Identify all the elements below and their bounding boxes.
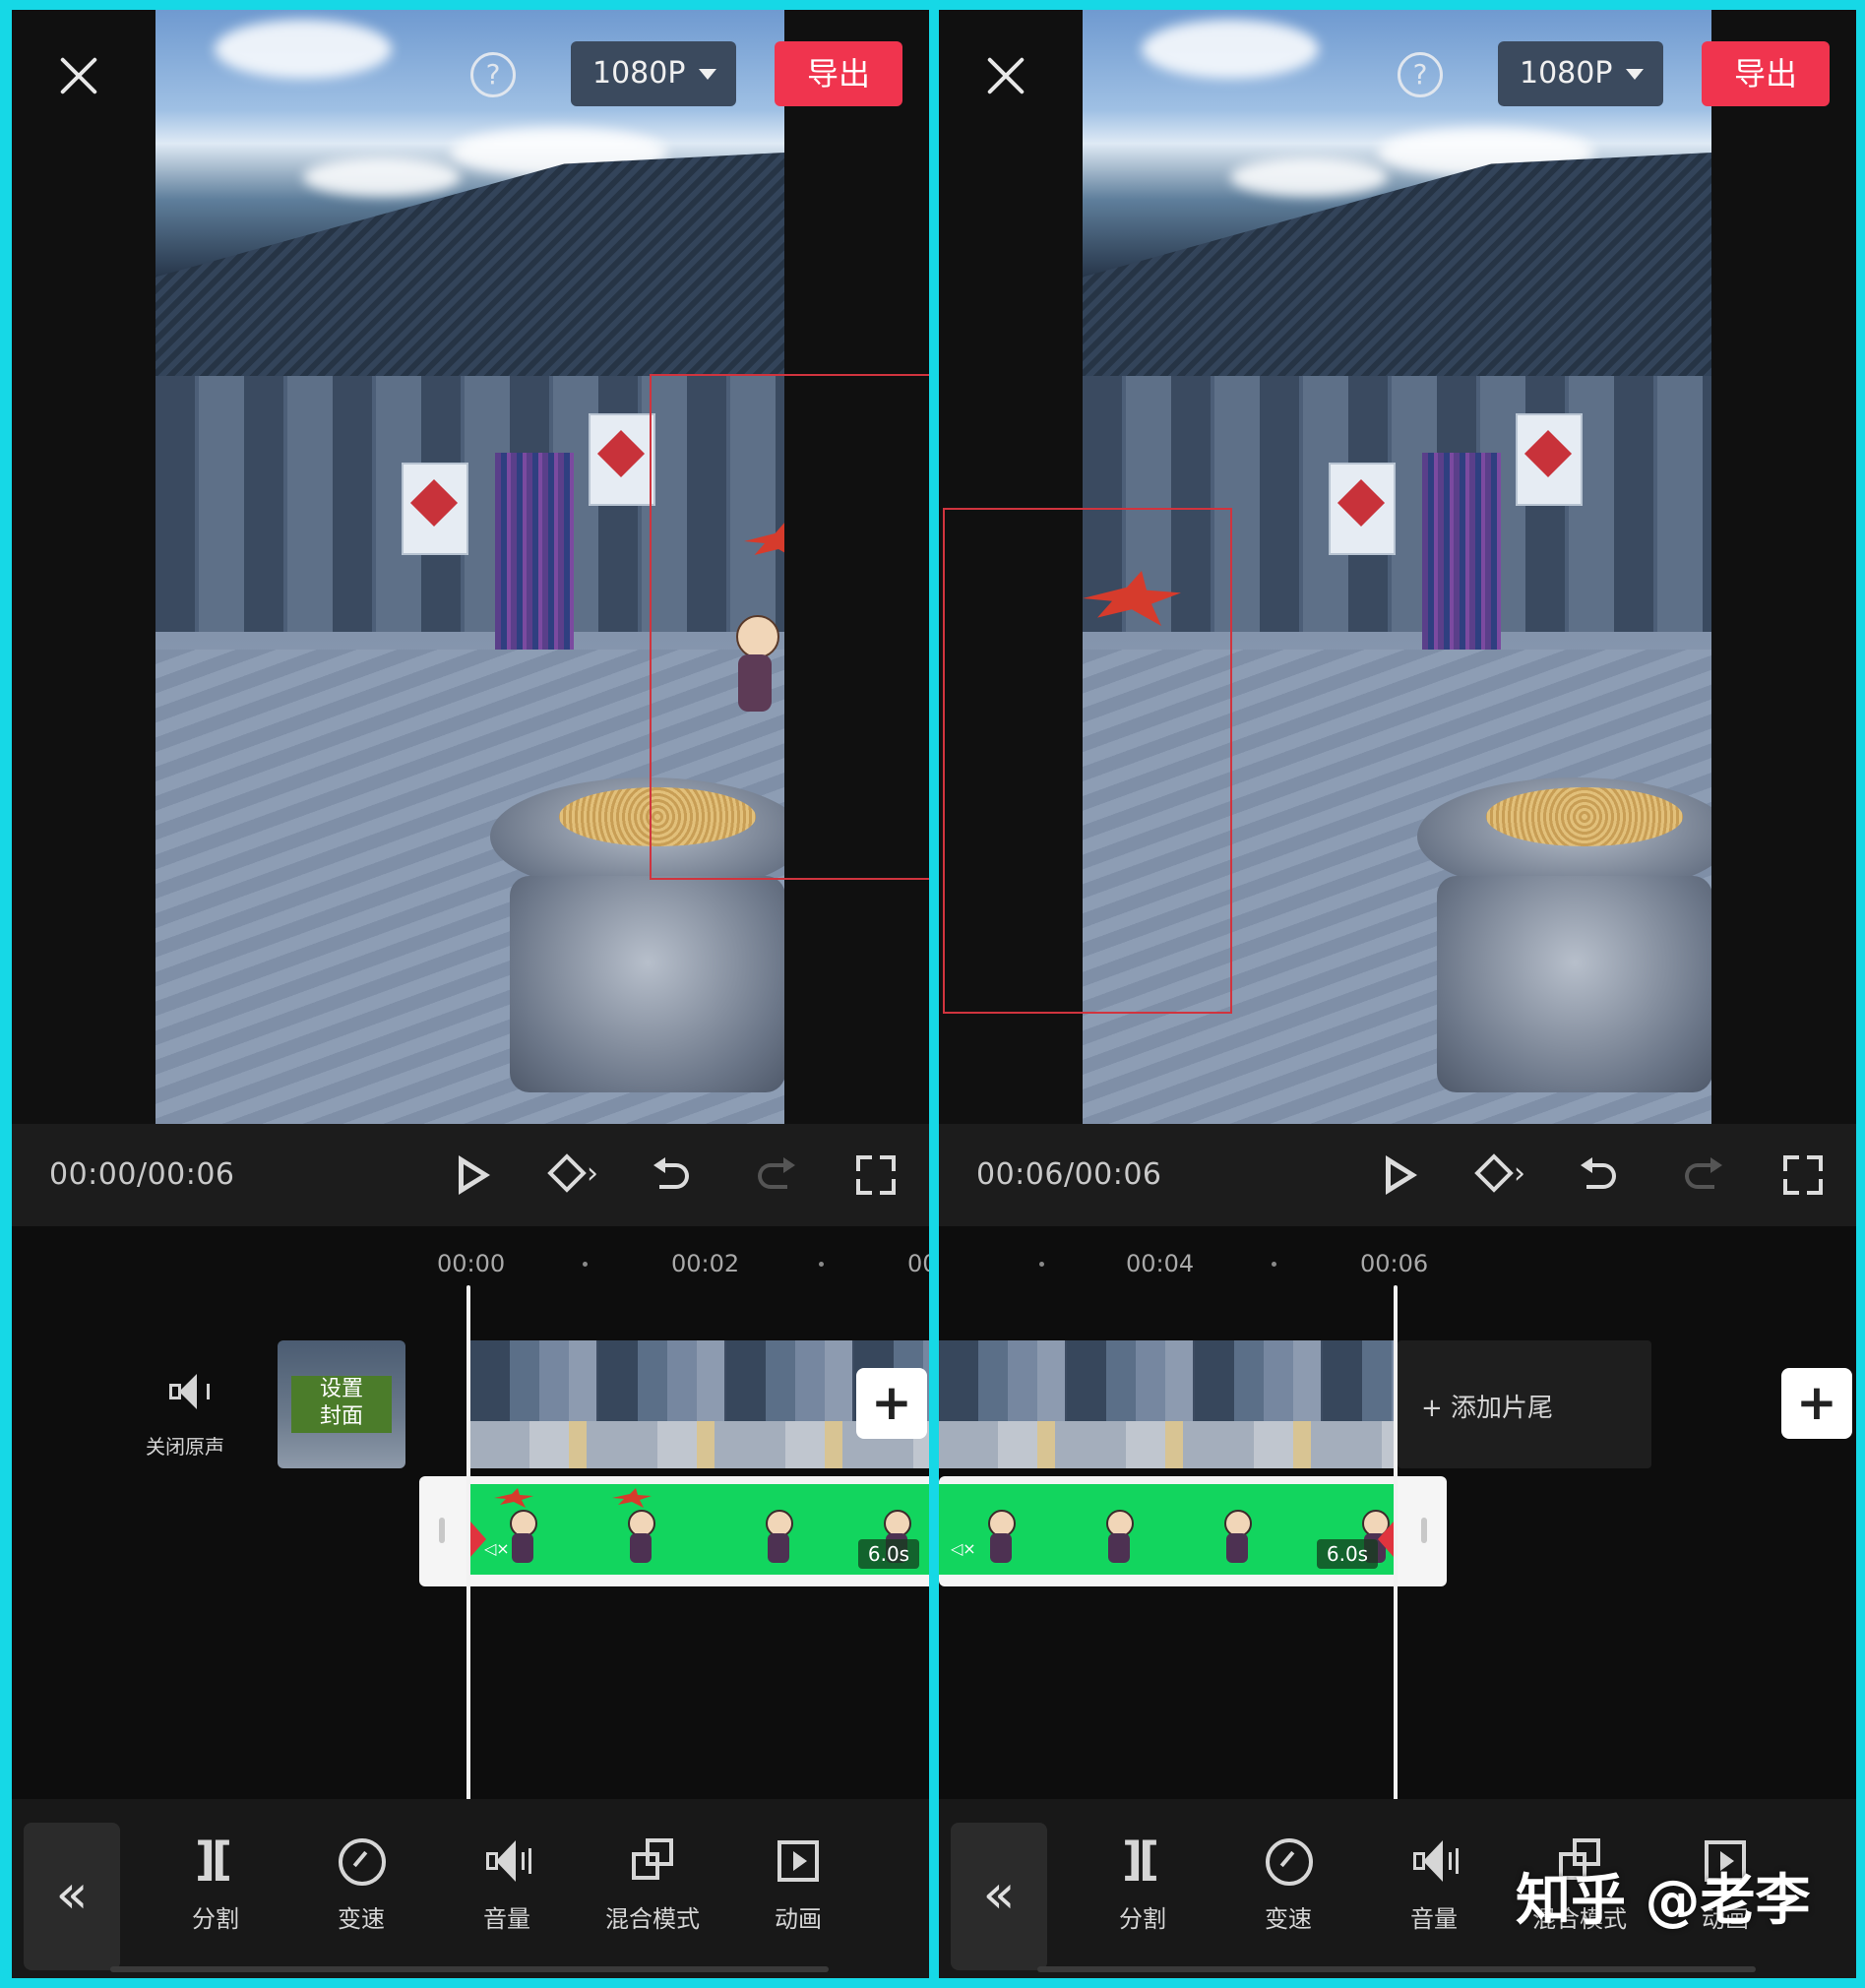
speaker-icon[interactable] — [167, 1372, 215, 1411]
cover-label-line2: 封面 — [319, 1404, 363, 1429]
trim-handle-left[interactable] — [439, 1518, 445, 1543]
caret-down-icon — [1626, 69, 1644, 80]
trim-handle-right[interactable] — [1421, 1518, 1427, 1543]
timecode: 00:00/00:06 — [49, 1157, 235, 1192]
ruler-tick: 00:02 — [907, 1250, 929, 1277]
tool-label: 音量 — [1410, 1905, 1458, 1933]
editor-panel-right: ? 1080P 导出 00:06/00:06 › 00:04 00:06 + 添… — [939, 10, 1856, 1978]
timeline-ruler: 00:00 00:02 00:02 — [12, 1226, 929, 1285]
resolution-dropdown[interactable]: 1080P — [571, 41, 736, 106]
playhead[interactable] — [1394, 1285, 1398, 1803]
close-icon[interactable] — [984, 53, 1027, 96]
tool-label: 变速 — [338, 1905, 385, 1933]
ruler-tick: 00:04 — [1126, 1250, 1195, 1277]
resolution-label: 1080P — [592, 56, 686, 91]
blend-mode-icon — [628, 1836, 677, 1886]
add-clip-button[interactable]: + — [1781, 1368, 1852, 1439]
tool-blend-mode[interactable]: 混合模式 — [598, 1836, 707, 1955]
timeline-ruler: 00:04 00:06 — [939, 1226, 1856, 1285]
set-cover-button[interactable]: 设置 封面 — [278, 1340, 405, 1468]
sticker-clip[interactable]: ◁× 6.0s — [939, 1476, 1447, 1586]
speed-icon — [337, 1836, 386, 1886]
play-icon[interactable] — [1378, 1153, 1421, 1197]
close-icon[interactable] — [57, 53, 100, 96]
watermark: 知乎 @老李 — [1516, 1869, 1811, 1933]
tool-label: 分割 — [192, 1905, 239, 1933]
undo-icon[interactable] — [1579, 1153, 1622, 1197]
add-clip-button[interactable]: + — [856, 1368, 927, 1439]
bottom-toolbar: « 分割 变速 音量 混合模式 动画 知乎 @老李 — [939, 1799, 1856, 1978]
resolution-label: 1080P — [1520, 56, 1613, 91]
fullscreen-icon[interactable] — [854, 1153, 898, 1197]
tool-label: 分割 — [1119, 1905, 1166, 1933]
tool-split[interactable]: 分割 — [161, 1833, 270, 1955]
back-button[interactable]: « — [951, 1823, 1047, 1970]
tool-speed[interactable]: 变速 — [307, 1836, 415, 1955]
add-ending-button[interactable]: + 添加片尾 — [1398, 1340, 1651, 1468]
tool-animation[interactable]: 动画 — [744, 1836, 852, 1955]
bottom-toolbar: « 分割 变速 音量 混合模式 动画 — [12, 1799, 929, 1978]
undo-icon[interactable] — [652, 1153, 695, 1197]
ruler-tick: 00:06 — [1360, 1250, 1429, 1277]
duration-badge: 6.0s — [858, 1539, 919, 1569]
mute-original-label[interactable]: 关闭原声 — [146, 1431, 224, 1460]
export-button[interactable]: 导出 — [775, 41, 902, 106]
cover-label: 设置 封面 — [291, 1376, 392, 1433]
toolbar-scroll-indicator — [1037, 1966, 1756, 1972]
split-icon — [1118, 1833, 1167, 1886]
keyframe-icon[interactable]: › — [1470, 1153, 1525, 1197]
tool-label: 变速 — [1265, 1905, 1312, 1933]
redo-icon[interactable] — [752, 1153, 795, 1197]
back-button[interactable]: « — [24, 1823, 120, 1970]
add-ending-label: + 添加片尾 — [1421, 1394, 1554, 1423]
ruler-tick: 00:00 — [437, 1250, 506, 1277]
tool-label: 动画 — [775, 1905, 822, 1933]
duration-badge: 6.0s — [1317, 1539, 1378, 1569]
player-controls: 00:00/00:06 › — [12, 1124, 929, 1226]
play-icon[interactable] — [451, 1153, 494, 1197]
tool-label: 音量 — [483, 1905, 530, 1933]
video-preview: ? 1080P 导出 — [939, 10, 1856, 1124]
muted-icon: ◁× — [951, 1539, 976, 1558]
tool-label: 混合模式 — [605, 1905, 700, 1933]
toolbar-scroll-indicator — [110, 1966, 829, 1972]
caret-down-icon — [699, 69, 716, 80]
ruler-tick: 00:02 — [671, 1250, 740, 1277]
redo-icon[interactable] — [1679, 1153, 1722, 1197]
export-button[interactable]: 导出 — [1702, 41, 1830, 106]
animation-icon — [774, 1836, 823, 1886]
fullscreen-icon[interactable] — [1781, 1153, 1825, 1197]
resolution-dropdown[interactable]: 1080P — [1498, 41, 1663, 106]
tool-speed[interactable]: 变速 — [1234, 1836, 1342, 1955]
cover-label-line1: 设置 — [319, 1377, 363, 1401]
playhead[interactable] — [466, 1285, 470, 1803]
help-icon[interactable]: ? — [1398, 52, 1443, 97]
editor-panel-left: ? 1080P 导出 00:00/00:06 › 00:00 00:02 00:… — [12, 10, 929, 1978]
highlight-box — [650, 374, 929, 880]
volume-icon — [1409, 1836, 1459, 1886]
sticker-clip[interactable]: ◁× 6.0s — [419, 1476, 929, 1586]
video-preview: ? 1080P 导出 — [12, 10, 929, 1124]
video-clip[interactable] — [939, 1340, 1394, 1468]
volume-icon — [482, 1836, 531, 1886]
keyframe-icon[interactable]: › — [543, 1153, 598, 1197]
split-icon — [191, 1833, 240, 1886]
highlight-box — [943, 508, 1232, 1014]
tool-split[interactable]: 分割 — [1088, 1833, 1197, 1955]
speed-icon — [1264, 1836, 1313, 1886]
timecode: 00:06/00:06 — [976, 1157, 1162, 1192]
tool-volume[interactable]: 音量 — [453, 1836, 561, 1955]
player-controls: 00:06/00:06 › — [939, 1124, 1856, 1226]
help-icon[interactable]: ? — [470, 52, 516, 97]
tool-volume[interactable]: 音量 — [1380, 1836, 1488, 1955]
